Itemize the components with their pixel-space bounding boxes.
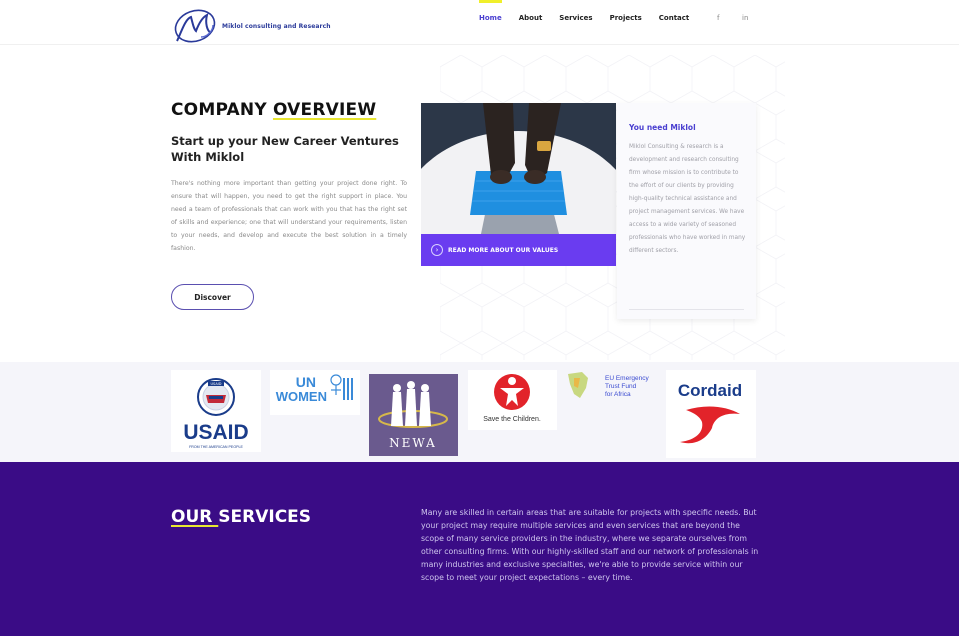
save-the-children-wordmark: Save the Children. <box>483 416 541 423</box>
discover-button[interactable]: Discover <box>171 284 254 310</box>
nav-projects[interactable]: Projects <box>610 14 642 22</box>
save-the-children-graphic: Save the Children. <box>483 374 541 423</box>
un-women-logo[interactable]: UN WOMEN <box>270 370 360 415</box>
facebook-icon[interactable]: f <box>717 14 719 22</box>
nav-services[interactable]: Services <box>559 14 592 22</box>
overview-subtitle: Start up your New Career Ventures With M… <box>171 134 399 164</box>
nav-home[interactable]: Home <box>479 0 502 22</box>
site-logo[interactable]: Miklol consulting and Research <box>171 7 331 45</box>
laptop-photo <box>421 103 616 234</box>
usaid-seal-text: USAID <box>211 382 222 386</box>
newa-logo[interactable]: NEWA <box>369 374 458 456</box>
card-divider <box>629 309 744 310</box>
read-more-label: READ MORE ABOUT OUR VALUES <box>448 246 559 254</box>
eu-trust-fund-graphic: EU Emergency Trust Fund for Africa <box>568 372 649 398</box>
site-header: Miklol consulting and Research Home Abou… <box>0 0 959 45</box>
card-text: Miklol Consulting & research is a develo… <box>629 144 746 254</box>
logo-text: Miklol consulting and Research <box>222 22 331 30</box>
chevron-right-icon: › <box>431 244 443 256</box>
newa-wordmark: NEWA <box>389 436 437 450</box>
newa-logo-graphic: NEWA <box>378 381 448 450</box>
you-need-miklol-card: You need Miklol Miklol Consulting & rese… <box>617 103 756 319</box>
services-section: OUR SERVICES Many are skilled in certain… <box>0 462 959 636</box>
cordaid-wordmark: Cordaid <box>678 381 742 400</box>
cordaid-logo[interactable]: Cordaid <box>666 370 756 458</box>
services-paragraph: Many are skilled in certain areas that a… <box>421 508 759 582</box>
cordaid-graphic: Cordaid <box>678 381 742 444</box>
title-plain: COMPANY <box>171 100 273 120</box>
eu-trust-fund-logo[interactable]: EU Emergency Trust Fund for Africa <box>566 368 658 408</box>
linkedin-icon[interactable]: in <box>742 14 748 22</box>
save-the-children-logo[interactable]: Save the Children. <box>468 370 557 430</box>
overview-paragraph: There's nothing more important than gett… <box>171 180 407 252</box>
un-women-un: UN <box>296 374 316 390</box>
usaid-logo-graphic: USAID USAID FROM THE AMERICAN PEOPLE <box>183 378 249 449</box>
usaid-logo[interactable]: USAID USAID FROM THE AMERICAN PEOPLE <box>171 370 261 452</box>
usaid-wordmark: USAID <box>183 421 248 444</box>
logo-mark-icon <box>174 9 216 43</box>
eu-wordmark: EU Emergency Trust Fund for Africa <box>605 375 649 398</box>
our-services-title: OUR SERVICES <box>171 507 311 527</box>
usaid-tagline: FROM THE AMERICAN PEOPLE <box>189 445 243 449</box>
un-women-logo-graphic: UN WOMEN <box>276 374 353 404</box>
partners-strip: USAID USAID FROM THE AMERICAN PEOPLE UN … <box>0 362 959 462</box>
card-title: You need Miklol <box>629 123 696 132</box>
nav-contact[interactable]: Contact <box>659 14 690 22</box>
title-highlight: OVERVIEW <box>272 100 377 120</box>
company-overview-title: COMPANY OVERVIEW <box>171 100 376 120</box>
read-more-values-button[interactable]: › READ MORE ABOUT OUR VALUES <box>421 234 616 266</box>
laptop-photo-illustration <box>421 103 616 234</box>
nav-about[interactable]: About <box>519 14 543 22</box>
services-title-plain: SERVICES <box>218 507 312 527</box>
un-women-women: WOMEN <box>276 389 327 404</box>
main-nav: Home About Services Projects Contact <box>479 0 706 22</box>
services-title-highlight: OUR <box>171 507 219 527</box>
